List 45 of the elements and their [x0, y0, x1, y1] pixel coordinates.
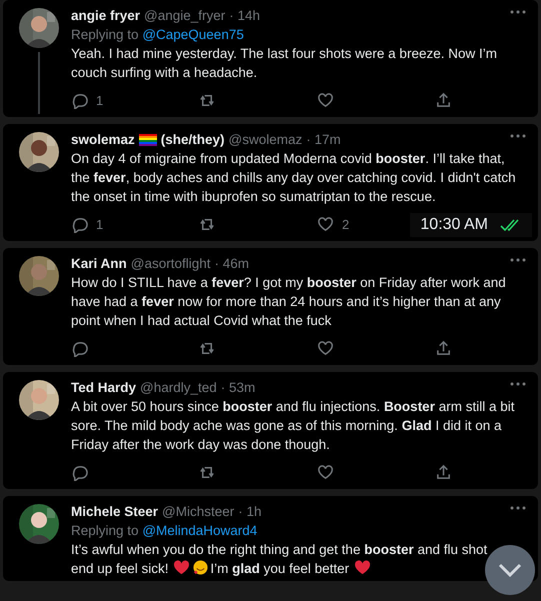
reply-button[interactable]: 1 — [71, 92, 104, 108]
user-name[interactable]: angie fryer — [71, 6, 140, 25]
like-button[interactable] — [317, 464, 335, 480]
user-name[interactable]: Kari Ann — [71, 254, 127, 273]
tweet-text: Yeah. I had mine yesterday. The last four shots were a breeze. Now I’m couch surfing with a headache. — [71, 45, 498, 82]
replying-label: Replying to — [71, 523, 139, 538]
replying-label: Replying to — [71, 27, 139, 42]
post-time: · 46m — [214, 255, 250, 273]
more-icon[interactable] — [510, 134, 526, 138]
more-icon[interactable] — [510, 10, 526, 14]
share-button[interactable] — [435, 92, 453, 108]
user-name[interactable]: Ted Hardy — [71, 378, 136, 397]
tweet-text: On day 4 of migraine from updated Moderna covid booster. I’ll take that, the fever, body aches and chills any day over catching covid. I didn't catch the onset in time with ibuprofen so sumatriptan to the rescue. — [71, 150, 517, 206]
more-icon[interactable] — [510, 382, 526, 386]
heart-icon — [173, 560, 190, 575]
mention-link[interactable]: @MelindaHoward4 — [142, 523, 258, 538]
timestamp: 10:30 AM — [420, 216, 488, 234]
user-name[interactable]: swolemaz — [71, 130, 135, 149]
user-handle: @angie_fryer — [144, 7, 226, 25]
heart-icon — [354, 560, 371, 575]
share-button[interactable] — [435, 464, 453, 480]
tweet-text: A bit over 50 hours since booster and flu injections. Booster arm still a bit sore. The mild body ache was gone as of this morning. Glad I did it on a Friday after the work day was done though. — [71, 398, 516, 454]
reply-button[interactable] — [71, 464, 89, 480]
like-button[interactable] — [317, 92, 335, 108]
chevron-down-icon — [498, 563, 522, 577]
reply-button[interactable]: 1 — [71, 216, 104, 232]
more-icon[interactable] — [510, 258, 526, 262]
user-handle: @swolemaz — [228, 131, 302, 149]
post-time: · 53m — [220, 379, 256, 397]
like-button[interactable]: 2 — [317, 216, 350, 232]
share-button[interactable] — [435, 340, 453, 356]
user-handle: @hardly_ted — [140, 379, 217, 397]
post-time: · 17m — [306, 131, 341, 149]
smiling-face-icon — [192, 560, 210, 575]
post-time: · 1h — [238, 503, 262, 521]
tweet-text: How do I STILL have a fever? I got my booster on Friday after work and have had a fever now for more than 24 hours and it’s higher than at any point when I had actual Covid what the fuck — [71, 274, 507, 330]
user-handle: @asortoflight — [130, 255, 211, 273]
more-icon[interactable] — [510, 506, 526, 510]
mention-link[interactable]: @CapeQueen75 — [142, 27, 244, 42]
reply-button[interactable] — [71, 340, 89, 356]
post-time: · 14h — [229, 7, 260, 25]
user-name[interactable]: Michele Steer — [71, 502, 158, 521]
like-button[interactable] — [317, 340, 335, 356]
user-handle: @Michsteer — [162, 503, 234, 521]
pronouns: (she/they) — [160, 131, 225, 149]
